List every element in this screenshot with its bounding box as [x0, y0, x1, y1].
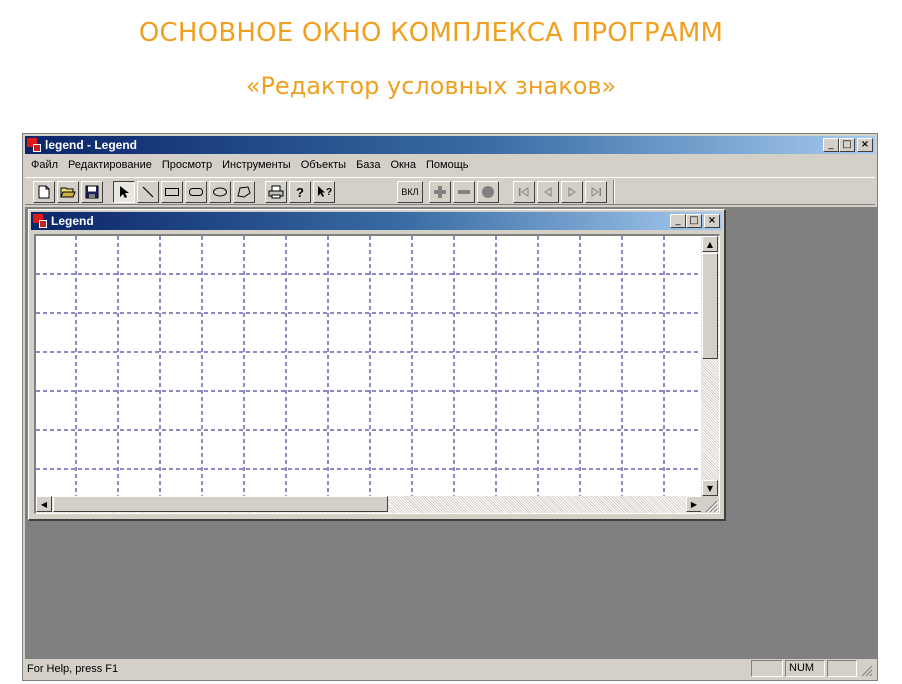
new-file-icon [38, 185, 50, 199]
menu-view[interactable]: Просмотр [157, 159, 217, 171]
status-num-indicator: NUM [785, 660, 825, 677]
slide-subtitle: «Редактор условных знаков» [245, 72, 617, 100]
menu-tools[interactable]: Инструменты [217, 159, 296, 171]
plus-button[interactable] [429, 181, 451, 203]
scroll-down-button[interactable]: ▼ [702, 480, 718, 496]
circle-button[interactable] [477, 181, 499, 203]
child-minimize-button[interactable]: _ [670, 214, 686, 228]
vertical-scrollbar[interactable]: ▲ ▼ [701, 236, 719, 496]
menu-help[interactable]: Помощь [421, 159, 474, 171]
child-title: Legend [51, 214, 94, 228]
status-bar: For Help, press F1 NUM [25, 659, 875, 678]
status-panel-scroll [827, 660, 857, 677]
print-icon [268, 185, 284, 199]
rounded-rect-tool-button[interactable] [185, 181, 207, 203]
app-icon[interactable] [27, 138, 41, 152]
context-help-button[interactable]: ? [313, 181, 335, 203]
ellipse-tool-icon [213, 187, 227, 197]
vertical-scroll-thumb[interactable] [702, 253, 718, 359]
scroll-right-button[interactable]: ▶ [686, 496, 702, 512]
app-titlebar[interactable]: legend - Legend _ □ × [25, 136, 875, 154]
minus-icon [458, 190, 470, 194]
polygon-tool-button[interactable] [233, 181, 255, 203]
window-controls: _ □ × [823, 138, 873, 152]
child-titlebar[interactable]: Legend _ □ × [31, 212, 722, 230]
child-window-icon[interactable] [33, 214, 47, 228]
circle-icon [482, 186, 494, 198]
maximize-button[interactable]: □ [839, 138, 855, 152]
open-file-button[interactable] [57, 181, 79, 203]
drawing-canvas[interactable] [36, 236, 700, 496]
plus-icon [434, 186, 446, 198]
save-button[interactable] [81, 181, 103, 203]
on-button-label: ВКЛ [401, 187, 419, 197]
line-tool-icon [142, 186, 154, 198]
polygon-tool-icon [237, 186, 251, 198]
line-tool-button[interactable] [137, 181, 159, 203]
child-window-controls: _ □ × [670, 214, 720, 228]
first-record-icon [519, 187, 529, 197]
next-record-icon [568, 187, 576, 197]
child-maximize-button[interactable]: □ [686, 214, 702, 228]
last-record-button[interactable] [585, 181, 607, 203]
save-disk-icon [85, 185, 99, 199]
pointer-tool-button[interactable] [113, 181, 135, 203]
rectangle-tool-icon [165, 188, 179, 196]
prev-record-button[interactable] [537, 181, 559, 203]
menu-database[interactable]: База [351, 159, 385, 171]
drawing-area: ▲ ▼ ◀ ▶ [34, 234, 720, 514]
status-resize-grip-icon [861, 665, 873, 677]
toolbar: ? ? ВКЛ [25, 177, 875, 205]
menu-objects[interactable]: Объекты [296, 159, 351, 171]
open-folder-icon [60, 187, 76, 198]
horizontal-scroll-thumb[interactable] [53, 496, 388, 512]
toolbar-separator [613, 180, 615, 204]
scroll-left-button[interactable]: ◀ [36, 496, 52, 512]
svg-text:?: ? [326, 187, 332, 198]
context-help-icon: ? [318, 186, 332, 198]
menu-file[interactable]: Файл [25, 159, 63, 171]
first-record-button[interactable] [513, 181, 535, 203]
minimize-button[interactable]: _ [823, 138, 839, 152]
status-help-text: For Help, press F1 [27, 662, 119, 675]
mdi-workspace: Legend _ □ × ▲ ▼ ◀ ▶ [25, 207, 877, 659]
print-button[interactable] [265, 181, 287, 203]
app-title: legend - Legend [45, 138, 138, 152]
on-button[interactable]: ВКЛ [397, 181, 423, 203]
prev-record-icon [544, 187, 552, 197]
resize-grip-icon [705, 500, 719, 513]
last-record-icon [591, 187, 601, 197]
rounded-rect-tool-icon [189, 188, 203, 196]
menu-windows[interactable]: Окна [385, 159, 421, 171]
status-panel-empty [751, 660, 783, 677]
legend-child-window: Legend _ □ × ▲ ▼ ◀ ▶ [28, 209, 726, 521]
help-button[interactable]: ? [289, 181, 311, 203]
scroll-up-button[interactable]: ▲ [702, 236, 718, 252]
pointer-arrow-icon [120, 186, 129, 198]
minus-button[interactable] [453, 181, 475, 203]
slide-title: ОСНОВНОЕ ОКНО КОМПЛЕКСА ПРОГРАММ [138, 18, 724, 48]
ellipse-tool-button[interactable] [209, 181, 231, 203]
next-record-button[interactable] [561, 181, 583, 203]
new-file-button[interactable] [33, 181, 55, 203]
menu-edit[interactable]: Редактирование [63, 159, 157, 171]
size-grip[interactable] [701, 496, 719, 513]
rectangle-tool-button[interactable] [161, 181, 183, 203]
help-question-icon: ? [296, 184, 304, 200]
close-button[interactable]: × [857, 138, 873, 152]
menu-bar: Файл Редактирование Просмотр Инструменты… [25, 156, 474, 174]
horizontal-scrollbar[interactable]: ◀ ▶ [36, 496, 702, 513]
application-window: legend - Legend _ □ × Файл Редактировани… [22, 133, 878, 681]
child-close-button[interactable]: × [704, 214, 720, 228]
